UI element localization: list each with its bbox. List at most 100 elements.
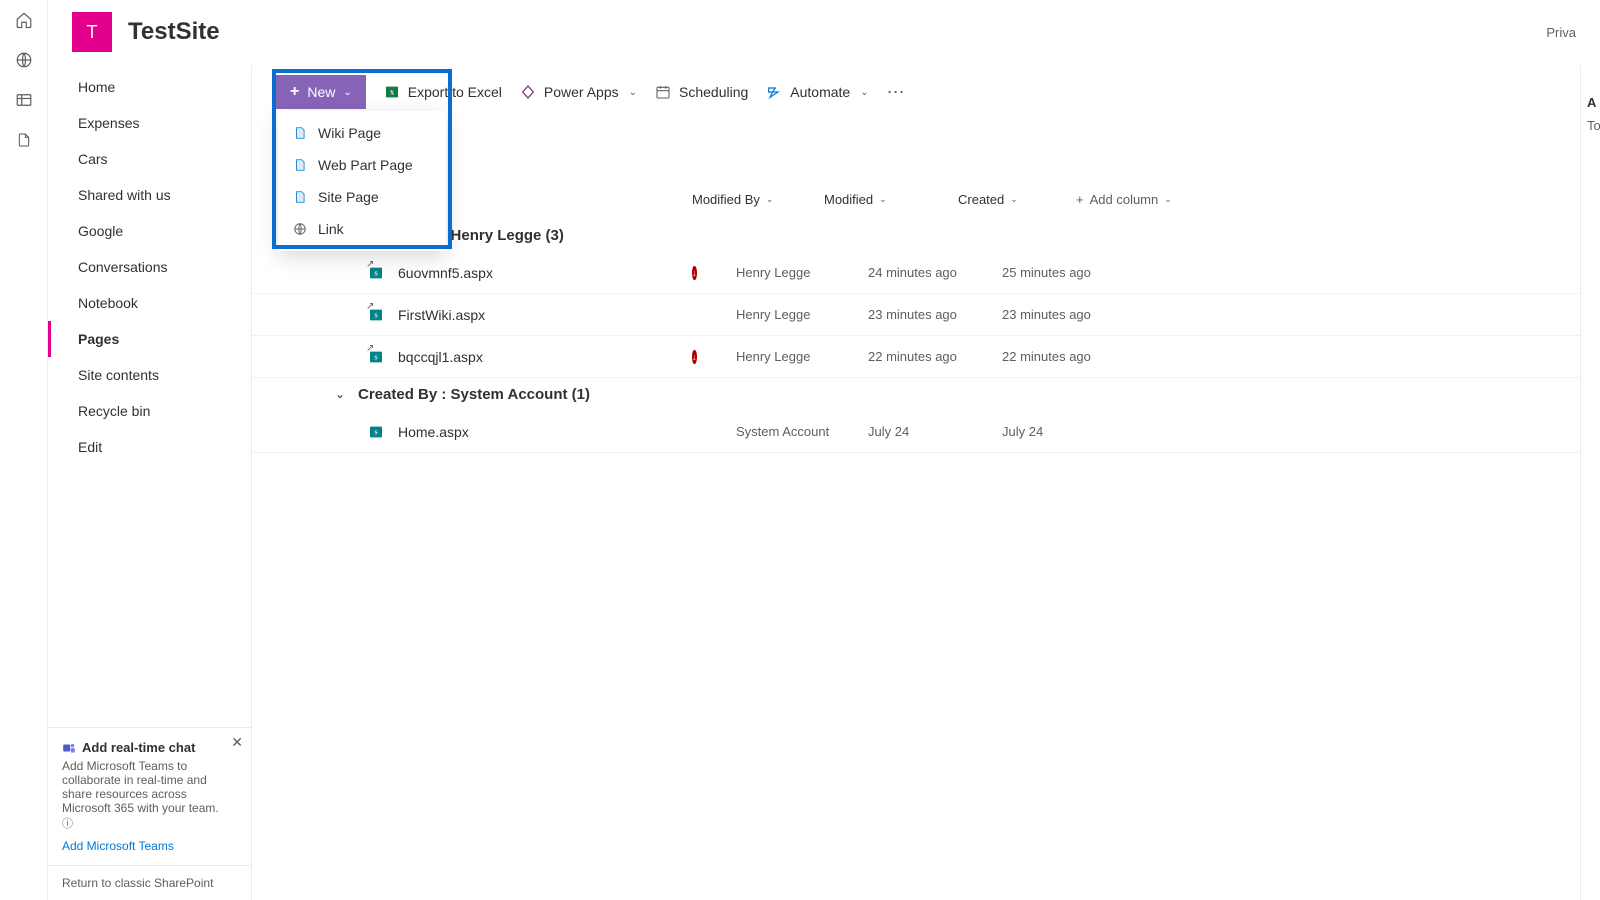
file-name: FirstWiki.aspx [394,307,736,323]
add-column-button[interactable]: + Add column ⌄ [1076,192,1172,207]
excel-icon: X [384,84,400,100]
file-name: bqccqjl1.aspx [394,349,736,365]
file-name: Home.aspx [394,424,736,440]
close-icon[interactable]: ✕ [231,734,243,751]
add-teams-link[interactable]: Add Microsoft Teams [62,839,237,853]
calendar-icon [655,84,671,100]
col-label: Created [958,192,1004,207]
col-label: Add column [1090,192,1159,207]
home-icon[interactable] [14,10,34,30]
file-modified: 24 minutes ago [868,265,1002,280]
modified-indicator-icon: ↗ [366,343,374,354]
column-headers: Modified By ⌄ Modified ⌄ Created ⌄ + Add… [252,179,1580,219]
dd-label: Wiki Page [318,125,381,141]
file-created: 22 minutes ago [1002,349,1152,364]
nav-expenses[interactable]: Expenses [48,105,251,141]
automate-icon [766,84,782,100]
col-created[interactable]: Created ⌄ [958,192,1076,207]
scheduling-label: Scheduling [679,84,748,100]
checked-out-icon: ↓ [692,266,697,280]
nav-recycle-bin[interactable]: Recycle bin [48,393,251,429]
new-link[interactable]: Link [278,213,446,245]
chevron-down-icon: ⌄ [1010,194,1018,205]
file-modified-by: System Account [736,424,868,439]
list-item[interactable]: S Home.aspx System Account July 24 July … [252,411,1580,453]
command-bar: + New ⌄ X Export to Excel P [252,65,1580,119]
file-modified: 23 minutes ago [868,307,1002,322]
nav-site-contents[interactable]: Site contents [48,357,251,393]
col-label: Modified By [692,192,760,207]
nav-edit[interactable]: Edit [48,429,251,465]
chevron-down-icon: ⌄ [766,194,774,205]
chevron-down-icon: ⌄ [629,87,637,98]
power-apps-icon [520,84,536,100]
globe-icon [292,221,308,237]
automate-button[interactable]: Automate ⌄ [766,84,868,100]
nav-notebook[interactable]: Notebook [48,285,251,321]
nav-cars[interactable]: Cars [48,141,251,177]
file-name: 6uovmnf5.aspx [394,265,736,281]
col-modified[interactable]: Modified ⌄ [824,192,958,207]
modified-indicator-icon: ↗ [366,259,374,270]
list-item[interactable]: ↗ S 6uovmnf5.aspx ↓ Henry Legge 24 minut… [252,252,1580,294]
page-icon [292,189,308,205]
dd-label: Site Page [318,189,379,205]
file-icon[interactable] [14,130,34,150]
power-apps-label: Power Apps [544,84,619,100]
chat-card-body: Add Microsoft Teams to collaborate in re… [62,759,237,815]
chevron-down-icon: ⌄ [860,87,868,98]
nav-home[interactable]: Home [48,69,251,105]
privacy-label: Priva [1546,25,1576,40]
site-logo-tile[interactable]: T [72,12,112,52]
new-site-page[interactable]: Site Page [278,181,446,213]
more-button[interactable]: ⋯ [887,82,906,103]
teams-icon [62,741,76,755]
app-rail [0,0,48,900]
new-button[interactable]: + New ⌄ [276,75,366,109]
nav-conversations[interactable]: Conversations [48,249,251,285]
chevron-down-icon: ⌄ [332,388,348,401]
page-icon [292,157,308,173]
file-modified-by: Henry Legge [736,307,868,322]
details-title: A [1587,95,1600,110]
checked-out-icon: ↓ [692,350,697,364]
group-header[interactable]: ⌄ Created By : Henry Legge (3) [252,219,1580,252]
file-created: 25 minutes ago [1002,265,1152,280]
classic-sharepoint-link[interactable]: Return to classic SharePoint [48,865,251,900]
list-item[interactable]: ↗ S FirstWiki.aspx Henry Legge 23 minute… [252,294,1580,336]
details-sub: To [1587,118,1600,133]
export-excel-button[interactable]: X Export to Excel [384,84,502,100]
plus-icon: + [1076,192,1084,207]
new-wiki-page[interactable]: Wiki Page [278,117,446,149]
file-modified-by: Henry Legge [736,265,868,280]
automate-label: Automate [790,84,850,100]
new-web-part-page[interactable]: Web Part Page [278,149,446,181]
plus-icon: + [290,83,299,101]
group-header-label: Created By : System Account (1) [358,386,590,403]
news-icon[interactable] [14,90,34,110]
nav-google[interactable]: Google [48,213,251,249]
list-content: + New ⌄ X Export to Excel P [252,65,1580,900]
file-created: July 24 [1002,424,1152,439]
new-button-label: New [307,84,335,100]
details-pane: A To [1580,65,1600,900]
globe-icon[interactable] [14,50,34,70]
dd-label: Web Part Page [318,157,413,173]
side-nav: Home Expenses Cars Shared with us Google… [48,65,252,900]
chat-card-title: Add real-time chat [82,740,195,755]
group-header[interactable]: ⌄ Created By : System Account (1) [252,378,1580,411]
scheduling-button[interactable]: Scheduling [655,84,748,100]
page-icon [292,125,308,141]
nav-pages[interactable]: Pages [48,321,251,357]
teams-chat-card: ✕ Add real-time chat Add Microsoft Teams… [48,727,251,865]
power-apps-button[interactable]: Power Apps ⌄ [520,84,637,100]
modified-indicator-icon: ↗ [366,301,374,312]
col-label: Modified [824,192,873,207]
chevron-down-icon: ⌄ [879,194,887,205]
info-icon[interactable]: ⓘ [62,818,73,830]
site-title[interactable]: TestSite [128,18,220,46]
list-item[interactable]: ↗ S bqccqjl1.aspx ↓ Henry Legge 22 minut… [252,336,1580,378]
chevron-down-icon: ⌄ [343,87,351,98]
nav-shared[interactable]: Shared with us [48,177,251,213]
col-modified-by[interactable]: Modified By ⌄ [692,192,824,207]
